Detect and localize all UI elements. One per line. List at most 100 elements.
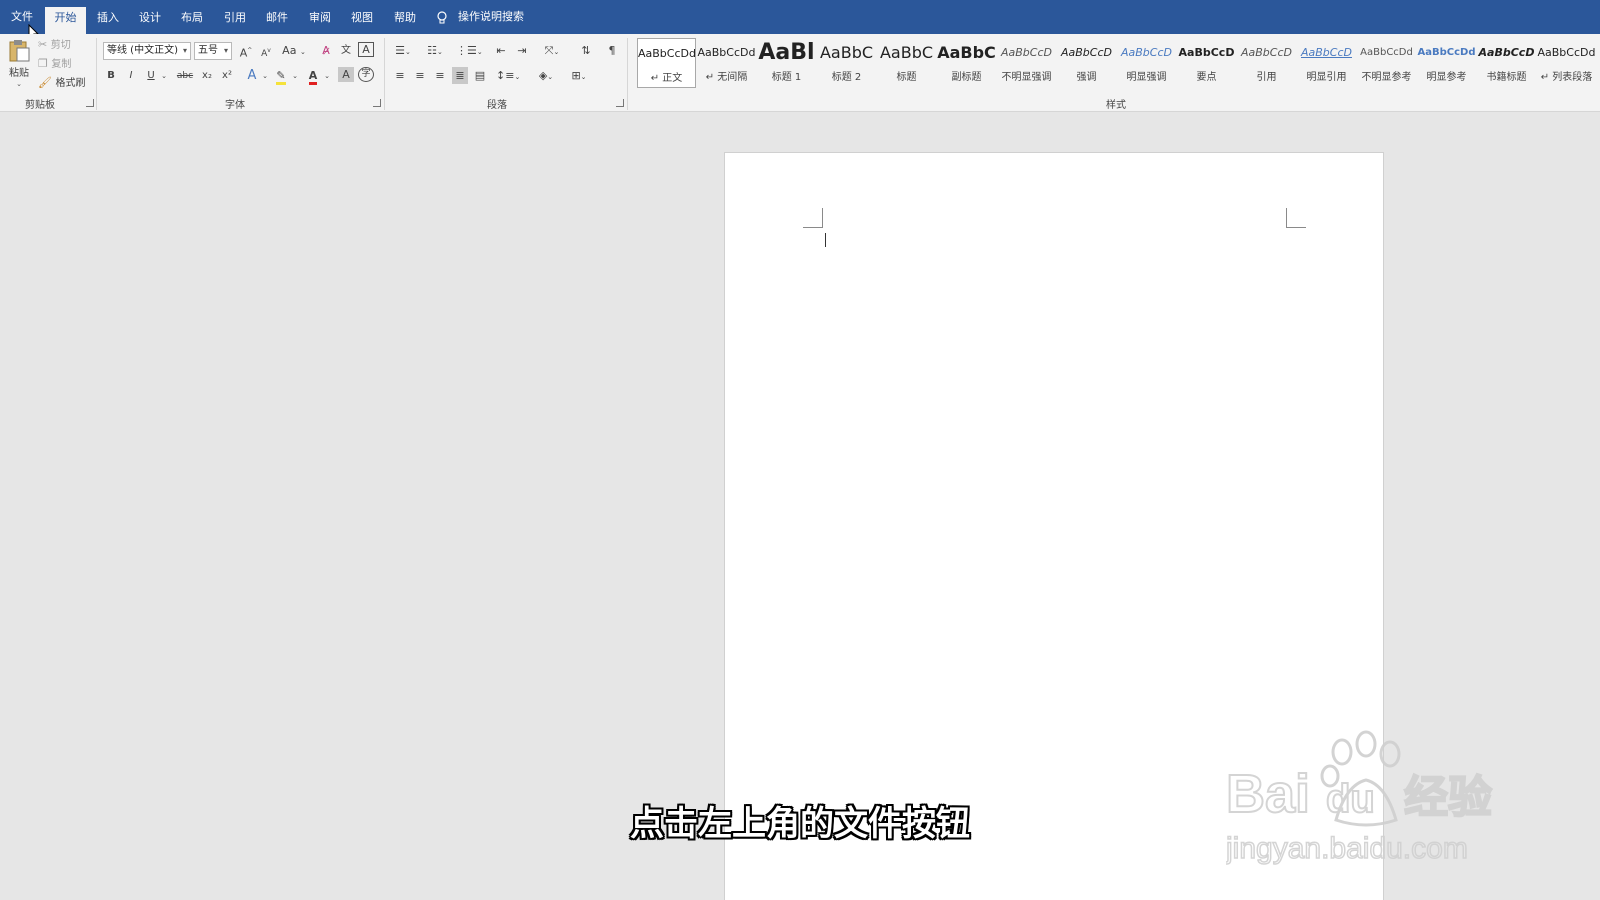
style-name: 不明显强调 [1001,72,1052,83]
cut-button[interactable]: ✂ 剪切 [38,36,78,54]
bold-button[interactable]: B [103,67,119,85]
clear-formatting-button[interactable]: A̷ [318,42,334,60]
tab-review[interactable]: 审阅 [300,7,340,34]
style-sample: AaBbCcDd [1417,47,1476,58]
italic-button[interactable]: I [123,67,139,85]
copy-button[interactable]: ❐ 复制 [38,55,78,73]
style-name: 标题 1 [771,72,802,83]
tab-view[interactable]: 视图 [342,7,382,34]
style-item[interactable]: AaBbCcDd 明显参考 [1417,38,1476,88]
style-item[interactable]: AaBbCcDd ↵ 正文 [637,38,696,88]
style-item[interactable]: AaBbC 标题 [877,38,936,88]
clipboard-dialog-launcher[interactable] [86,99,94,107]
align-right-button[interactable]: ≡ [432,67,448,85]
style-sample: AaBbCcD [1001,46,1052,59]
distributed-button[interactable]: ▤ [472,67,488,85]
sort-button[interactable]: ⇅ [578,42,594,60]
decrease-indent-button[interactable]: ⇤ [493,42,509,60]
chevron-down-icon[interactable]: ⌄ [323,67,331,85]
grow-font-button[interactable]: A^ [238,42,254,63]
copy-label: 复制 [51,59,72,70]
style-name: 强调 [1076,72,1097,83]
style-name: 副标题 [951,72,982,83]
chevron-down-icon: ▾ [182,46,187,55]
style-item[interactable]: AaBbCcD 明显引用 [1297,38,1356,88]
justify-icon: ≣ [455,69,465,82]
underline-button[interactable]: U [143,67,159,85]
margin-corner-top-left [803,208,823,228]
numbering-button[interactable]: ☷⌄ [424,42,446,61]
style-item[interactable]: AaBbC 副标题 [937,38,996,88]
font-color-button[interactable]: A [304,67,322,85]
style-sample: AaBbC [879,43,934,62]
line-spacing-button[interactable]: ↕≡⌄ [496,67,520,86]
style-item[interactable]: AaBbCcD 不明显强调 [997,38,1056,88]
style-item[interactable]: AaBbCcD 明显强调 [1117,38,1176,88]
show-hide-marks-button[interactable]: ¶ [604,42,620,60]
style-name: 书籍标题 [1486,72,1527,83]
style-item[interactable]: AaBbCcD 引用 [1237,38,1296,88]
chevron-down-icon: ⌄ [16,80,22,88]
tab-help[interactable]: 帮助 [385,7,425,34]
bullets-button[interactable]: ☰⌄ [392,42,414,61]
character-shading-button[interactable]: A [338,67,354,82]
character-border-button[interactable]: A [358,42,374,57]
style-sample: AaBbCcDd [1537,46,1596,59]
style-item[interactable]: AaBbCcDd ↵ 无间隔 [697,38,756,88]
tab-references[interactable]: 引用 [215,7,255,34]
superscript-button[interactable]: x² [219,67,235,85]
increase-indent-button[interactable]: ⇥ [514,42,530,60]
enclose-characters-button[interactable]: 字 [358,67,374,82]
style-item[interactable]: AaBbCcD 要点 [1177,38,1236,88]
chinese-layout-button[interactable]: ⤧⌄ [540,42,564,61]
font-dialog-launcher[interactable] [373,99,381,107]
tab-mailings[interactable]: 邮件 [257,7,297,34]
paste-button[interactable]: 粘贴 ⌄ [6,38,32,92]
style-sample: AaBbCcD [1121,46,1172,59]
chevron-down-icon[interactable]: ⌄ [159,67,169,85]
margin-corner-top-right [1286,208,1306,228]
svg-text:经验: 经验 [1404,772,1492,823]
tab-home[interactable]: 开始 [45,7,86,34]
chevron-down-icon[interactable]: ⌄ [291,67,299,85]
text-effects-button[interactable]: A [244,67,260,85]
change-case-button[interactable]: Aa ⌄ [280,42,308,61]
subscript-button[interactable]: x₂ [199,67,215,85]
chevron-down-icon[interactable]: ⌄ [261,67,269,85]
style-sample: AaBbCcDd [697,46,756,59]
style-item[interactable]: AaBbCcD 强调 [1057,38,1116,88]
outdent-icon: ⇤ [496,44,506,57]
style-sample: AaBbCcD [1061,46,1112,59]
svg-text:du: du [1326,777,1375,821]
justify-button[interactable]: ≣ [452,67,468,84]
style-item[interactable]: AaBbCcDd 不明显参考 [1357,38,1416,88]
highlight-button[interactable]: ✎ [272,67,290,85]
font-name-combo[interactable]: 等线 (中文正文) ▾ [103,42,191,60]
text-cursor [825,233,826,247]
align-left-icon: ≡ [395,69,405,82]
highlighter-icon: ✎ [276,70,286,85]
style-name: 标题 2 [831,72,862,83]
change-case-icon: Aa [282,44,297,57]
style-name: 引用 [1256,72,1277,83]
ribbon: 粘贴 ⌄ ✂ 剪切 ❐ 复制 🖌 格式刷 剪贴板 等线 (中文正文) ▾ 五号 … [0,34,1600,112]
borders-button[interactable]: ⊞⌄ [566,67,592,86]
paragraph-dialog-launcher[interactable] [616,99,624,107]
style-item[interactable]: AaBbCcDd ↵ 列表段落 [1537,38,1596,88]
phonetic-guide-button[interactable]: 文 [338,42,354,60]
shading-button[interactable]: ◈⌄ [534,67,558,86]
style-item[interactable]: AaBbC 标题 2 [817,38,876,88]
font-size-combo[interactable]: 五号 ▾ [194,42,232,60]
strikethrough-button[interactable]: abc [174,67,196,85]
tab-layout[interactable]: 布局 [172,7,212,34]
align-left-button[interactable]: ≡ [392,67,408,85]
tab-design[interactable]: 设计 [130,7,170,34]
format-painter-button[interactable]: 🖌 格式刷 [38,74,88,92]
align-center-button[interactable]: ≡ [412,67,428,85]
lightbulb-icon [437,11,447,24]
style-item[interactable]: AaBl 标题 1 [757,38,816,88]
multilevel-list-button[interactable]: ⋮☰⌄ [456,42,483,61]
tab-insert[interactable]: 插入 [88,7,128,34]
shrink-font-button[interactable]: Av [258,42,274,63]
style-item[interactable]: AaBbCcD 书籍标题 [1477,38,1536,88]
